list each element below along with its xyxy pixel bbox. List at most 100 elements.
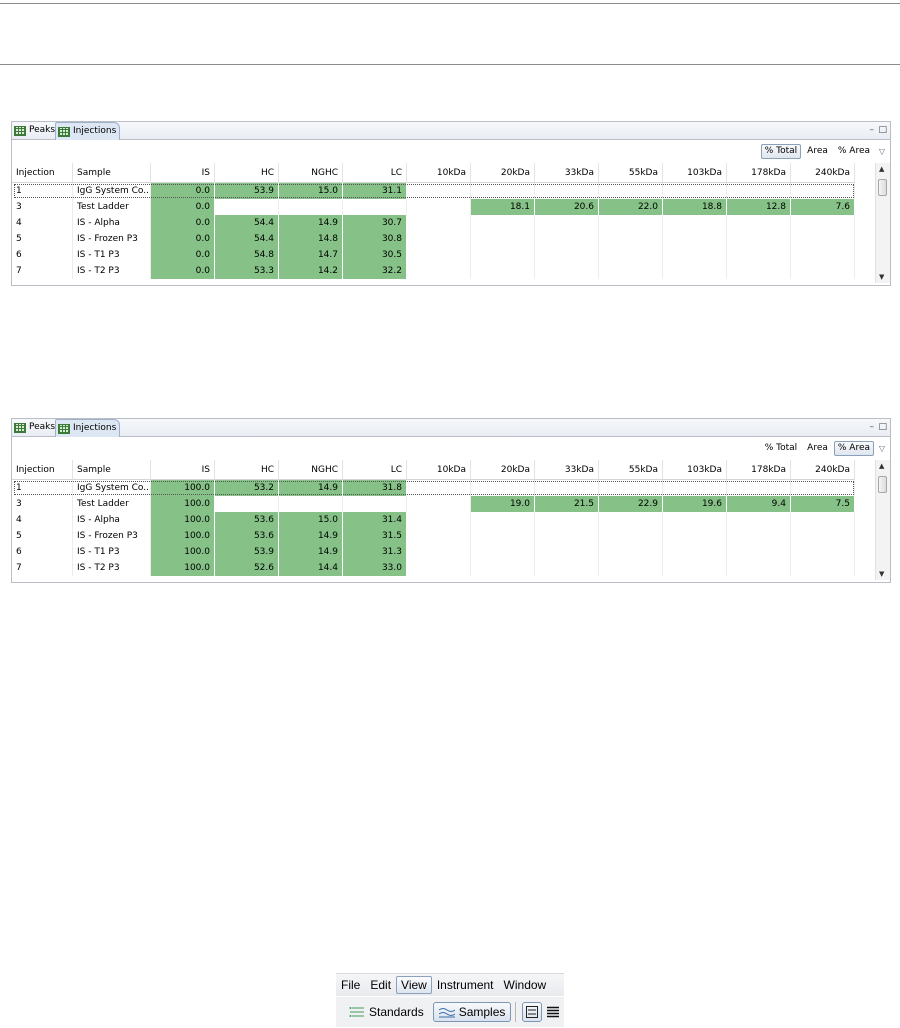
value-cell-hc[interactable]: 53.3 xyxy=(215,263,279,279)
value-cell-is[interactable]: 100.0 xyxy=(151,512,215,528)
injection-number-cell[interactable]: 3 xyxy=(12,496,73,512)
value-cell-103kda[interactable] xyxy=(663,263,727,279)
value-cell-is[interactable]: 0.0 xyxy=(151,231,215,247)
value-cell-178kda[interactable] xyxy=(727,560,791,576)
value-cell-178kda[interactable] xyxy=(727,480,791,496)
column-header-hc[interactable]: HC xyxy=(215,460,279,480)
value-cell-240kda[interactable] xyxy=(791,231,855,247)
value-cell-20kda[interactable] xyxy=(471,215,535,231)
value-cell-lc[interactable]: 32.2 xyxy=(343,263,407,279)
column-header-20kda[interactable]: 20kDa xyxy=(471,163,535,183)
sample-name-cell[interactable]: IS - T2 P3 xyxy=(73,560,151,576)
injection-number-cell[interactable]: 4 xyxy=(12,512,73,528)
value-cell-55kda[interactable]: 22.0 xyxy=(599,199,663,215)
value-cell-55kda[interactable]: 22.9 xyxy=(599,496,663,512)
value-cell-hc[interactable]: 53.2 xyxy=(215,480,279,496)
value-cell-10kda[interactable] xyxy=(407,215,471,231)
value-cell-is[interactable]: 0.0 xyxy=(151,183,215,199)
value-cell-hc[interactable] xyxy=(215,199,279,215)
detail-view-button[interactable] xyxy=(544,1003,562,1021)
scroll-down-arrow-icon[interactable]: ▼ xyxy=(879,273,884,281)
percent-total-button[interactable]: % Total xyxy=(761,441,801,456)
value-cell-nghc[interactable] xyxy=(279,496,343,512)
sample-name-cell[interactable]: IS - T1 P3 xyxy=(73,544,151,560)
value-cell-10kda[interactable] xyxy=(407,247,471,263)
column-header-nghc[interactable]: NGHC xyxy=(279,460,343,480)
value-cell-10kda[interactable] xyxy=(407,183,471,199)
value-cell-55kda[interactable] xyxy=(599,247,663,263)
value-cell-lc[interactable]: 31.8 xyxy=(343,480,407,496)
column-header-sample[interactable]: Sample xyxy=(73,460,151,480)
column-header-is[interactable]: IS xyxy=(151,163,215,183)
column-header-33kda[interactable]: 33kDa xyxy=(535,163,599,183)
menu-view[interactable]: View xyxy=(396,976,432,994)
value-cell-is[interactable]: 0.0 xyxy=(151,215,215,231)
value-cell-240kda[interactable] xyxy=(791,512,855,528)
value-cell-is[interactable]: 0.0 xyxy=(151,247,215,263)
value-cell-nghc[interactable]: 14.7 xyxy=(279,247,343,263)
menu-instrument[interactable]: Instrument xyxy=(432,976,499,994)
value-cell-33kda[interactable] xyxy=(535,231,599,247)
area-button[interactable]: Area xyxy=(803,441,832,456)
value-cell-10kda[interactable] xyxy=(407,544,471,560)
value-cell-103kda[interactable] xyxy=(663,512,727,528)
value-cell-20kda[interactable] xyxy=(471,231,535,247)
value-cell-nghc[interactable]: 14.2 xyxy=(279,263,343,279)
value-cell-hc[interactable]: 52.6 xyxy=(215,560,279,576)
value-cell-lc[interactable]: 33.0 xyxy=(343,560,407,576)
injection-number-cell[interactable]: 6 xyxy=(12,247,73,263)
value-cell-178kda[interactable]: 9.4 xyxy=(727,496,791,512)
value-cell-10kda[interactable] xyxy=(407,560,471,576)
menu-window[interactable]: Window xyxy=(499,976,552,994)
injection-number-cell[interactable]: 1 xyxy=(12,480,73,496)
value-cell-lc[interactable]: 30.8 xyxy=(343,231,407,247)
value-cell-lc[interactable]: 31.4 xyxy=(343,512,407,528)
column-header-20kda[interactable]: 20kDa xyxy=(471,460,535,480)
tab-injections[interactable]: Injections xyxy=(55,419,121,437)
value-cell-33kda[interactable] xyxy=(535,528,599,544)
value-cell-178kda[interactable] xyxy=(727,263,791,279)
sample-name-cell[interactable]: IgG System Co... xyxy=(73,183,151,199)
column-header-is[interactable]: IS xyxy=(151,460,215,480)
percent-area-button[interactable]: % Area xyxy=(833,441,874,456)
value-cell-is[interactable]: 100.0 xyxy=(151,544,215,560)
vertical-scrollbar[interactable]: ▲ ▼ xyxy=(875,460,890,580)
value-cell-55kda[interactable] xyxy=(599,512,663,528)
value-cell-hc[interactable]: 54.4 xyxy=(215,231,279,247)
samples-button[interactable]: Samples xyxy=(432,1002,512,1022)
value-cell-103kda[interactable]: 18.8 xyxy=(663,199,727,215)
value-cell-10kda[interactable] xyxy=(407,231,471,247)
column-header-178kda[interactable]: 178kDa xyxy=(727,163,791,183)
value-cell-20kda[interactable] xyxy=(471,480,535,496)
value-cell-103kda[interactable] xyxy=(663,560,727,576)
tab-injections[interactable]: Injections xyxy=(55,122,121,140)
value-cell-55kda[interactable] xyxy=(599,560,663,576)
value-cell-55kda[interactable] xyxy=(599,480,663,496)
sample-name-cell[interactable]: IS - T2 P3 xyxy=(73,263,151,279)
value-cell-178kda[interactable] xyxy=(727,544,791,560)
value-cell-240kda[interactable] xyxy=(791,215,855,231)
value-cell-178kda[interactable] xyxy=(727,512,791,528)
value-cell-20kda[interactable]: 18.1 xyxy=(471,199,535,215)
minimize-icon[interactable]: – xyxy=(870,126,875,135)
value-cell-240kda[interactable] xyxy=(791,544,855,560)
value-cell-nghc[interactable]: 15.0 xyxy=(279,183,343,199)
value-cell-103kda[interactable] xyxy=(663,528,727,544)
scroll-down-arrow-icon[interactable]: ▼ xyxy=(879,570,884,578)
value-cell-nghc[interactable]: 14.8 xyxy=(279,231,343,247)
injection-number-cell[interactable]: 3 xyxy=(12,199,73,215)
tab-peaks[interactable]: Peaks xyxy=(12,420,58,435)
percent-total-button[interactable]: % Total xyxy=(760,144,802,159)
value-cell-lc[interactable]: 30.7 xyxy=(343,215,407,231)
value-cell-lc[interactable]: 30.5 xyxy=(343,247,407,263)
value-cell-nghc[interactable]: 14.9 xyxy=(279,480,343,496)
value-cell-178kda[interactable] xyxy=(727,183,791,199)
value-cell-33kda[interactable] xyxy=(535,480,599,496)
value-cell-33kda[interactable] xyxy=(535,183,599,199)
column-header-10kda[interactable]: 10kDa xyxy=(407,163,471,183)
column-header-240kda[interactable]: 240kDa xyxy=(791,460,855,480)
value-cell-20kda[interactable] xyxy=(471,560,535,576)
value-cell-178kda[interactable] xyxy=(727,528,791,544)
value-cell-hc[interactable]: 54.8 xyxy=(215,247,279,263)
injection-number-cell[interactable]: 7 xyxy=(12,560,73,576)
